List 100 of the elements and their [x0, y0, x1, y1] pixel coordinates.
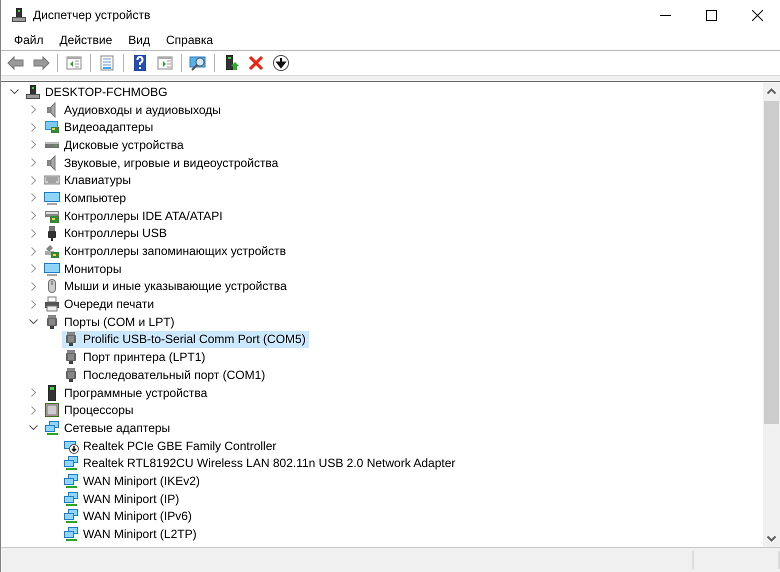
tree-item[interactable]: Процессоры [43, 402, 136, 419]
item-label: Realtek RTL8192CU Wireless LAN 802.11n USB 2.0 Network Adapter [83, 456, 456, 470]
expand-icon[interactable] [30, 264, 36, 274]
item-label: Контроллеры запоминающих устройств [64, 244, 286, 258]
scroll-down-icon[interactable] [767, 536, 776, 542]
port-connector-icon [63, 331, 79, 348]
item-label: Prolific USB-to-Serial Comm Port (COM5) [83, 332, 306, 346]
menu-item[interactable]: Вид [120, 30, 158, 50]
port-connector-icon [63, 349, 79, 366]
item-label: Мыши и иные указывающие устройства [64, 279, 287, 294]
tree-item[interactable]: Сетевые адаптеры [43, 419, 174, 436]
network-icon [63, 508, 79, 524]
menu-item[interactable]: Файл [6, 30, 52, 50]
video-card-icon [44, 119, 60, 136]
expand-icon[interactable] [30, 406, 36, 415]
tree-item[interactable]: Клавиатуры [43, 172, 134, 189]
action-pane-icon[interactable] [156, 54, 174, 72]
network-icon [44, 420, 60, 436]
tree-item[interactable]: Порт принтера (LPT1) [62, 348, 208, 366]
expand-icon[interactable] [30, 246, 36, 256]
item-label: Сетевые адаптеры [64, 420, 170, 435]
item-label: Контроллеры IDE ATA/ATAPI [64, 208, 223, 223]
item-label: Звуковые, игровые и видеоустройства [64, 156, 278, 170]
properties-icon[interactable] [98, 54, 116, 72]
minimize-icon[interactable] [660, 14, 670, 16]
item-label: Realtek PCIe GBE Family Controller [83, 438, 276, 453]
network-icon [63, 455, 79, 472]
tree-item[interactable]: WAN Miniport (IPv6) [62, 508, 195, 525]
close-icon[interactable] [752, 10, 762, 20]
collapse-icon[interactable] [29, 318, 38, 325]
tree-item[interactable]: Компьютер [43, 189, 130, 206]
item-label: WAN Miniport (IKEv2) [83, 474, 200, 488]
processor-icon [44, 402, 60, 418]
tree-item[interactable]: Аудиовходы и аудиовыходы [43, 101, 224, 118]
scroll-up-icon[interactable] [767, 88, 776, 94]
tree-item[interactable]: Prolific USB-to-Serial Comm Port (COM5) [62, 330, 309, 348]
port-connector-icon [44, 314, 60, 330]
expand-icon[interactable] [30, 158, 36, 168]
tree-item[interactable]: Порты (COM и LPT) [43, 313, 178, 330]
menu-item[interactable]: Действие [52, 30, 120, 50]
tree-item[interactable]: WAN Miniport (L2TP) [62, 526, 200, 543]
computer-icon [25, 84, 41, 100]
tree-item[interactable]: WAN Miniport (IP) [62, 490, 182, 508]
item-label: Аудиовходы и аудиовыходы [64, 102, 221, 117]
monitor-icon [44, 260, 60, 277]
app-icon [11, 7, 27, 23]
tree-item[interactable]: DESKTOP-FCHMOBG [24, 83, 170, 100]
expand-icon[interactable] [30, 228, 36, 238]
scroll-thumb[interactable] [764, 101, 779, 424]
help-icon[interactable] [131, 54, 149, 72]
tree-item[interactable]: Мыши и иные указывающие устройства [43, 278, 290, 295]
forward-arrow-icon[interactable] [32, 54, 50, 72]
printer-icon [44, 296, 60, 312]
tree-item[interactable]: Видеоадаптеры [43, 118, 156, 136]
console-tree-icon[interactable] [65, 54, 83, 72]
tree-item[interactable]: Мониторы [43, 260, 124, 278]
network-icon [63, 526, 79, 542]
tree-item[interactable]: Последовательный порт (COM1) [62, 366, 268, 384]
drive-icon [44, 142, 60, 148]
expand-icon[interactable] [30, 193, 36, 202]
tree-item[interactable]: Realtek PCIe GBE Family Controller [62, 437, 280, 454]
item-label: Контроллеры USB [64, 226, 167, 240]
expand-icon[interactable] [30, 300, 36, 309]
item-label: WAN Miniport (IPv6) [83, 509, 192, 524]
expand-icon[interactable] [30, 105, 36, 114]
maximize-icon[interactable] [706, 10, 716, 20]
tree-item[interactable]: Очереди печати [43, 296, 158, 313]
menu-item[interactable]: Справка [158, 30, 222, 50]
scrollbar[interactable] [763, 82, 780, 547]
expand-icon[interactable] [30, 388, 36, 398]
expand-icon[interactable] [30, 122, 36, 132]
tree-item[interactable]: Дисковые устройства [43, 136, 187, 154]
item-label: WAN Miniport (IP) [83, 492, 180, 506]
item-label: Видеоадаптеры [64, 120, 154, 134]
scan-monitor-icon[interactable] [189, 54, 207, 72]
expand-icon[interactable] [30, 140, 36, 150]
item-label: Процессоры [64, 403, 134, 418]
tree-item[interactable]: Realtek RTL8192CU Wireless LAN 802.11n USB 2.0 Network Adapter [62, 454, 458, 472]
item-label: Порт принтера (LPT1) [83, 350, 206, 364]
item-label: Порты (COM и LPT) [64, 314, 175, 329]
expand-icon[interactable] [30, 211, 36, 220]
expand-icon[interactable] [30, 282, 36, 291]
uninstall-icon[interactable] [247, 54, 265, 72]
tree-item[interactable]: WAN Miniport (IKEv2) [62, 472, 203, 490]
collapse-icon[interactable] [10, 88, 19, 95]
collapse-icon[interactable] [29, 424, 38, 431]
item-label: Дисковые устройства [64, 138, 184, 152]
tree-item[interactable]: Контроллеры IDE ATA/ATAPI [43, 207, 226, 224]
tree-item[interactable]: Программные устройства [43, 384, 210, 402]
item-label: Очереди печати [64, 297, 154, 312]
tree-item[interactable]: Звуковые, игровые и видеоустройства [43, 154, 282, 172]
tree-item[interactable]: Контроллеры запоминающих устройств [43, 242, 289, 260]
back-arrow-icon[interactable] [7, 54, 25, 72]
tree-item[interactable]: Контроллеры USB [43, 224, 170, 242]
item-label: DESKTOP-FCHMOBG [45, 84, 168, 99]
port-connector-icon [63, 366, 79, 383]
network-icon [63, 490, 79, 507]
expand-icon[interactable] [30, 176, 36, 185]
window-title: Диспетчер устройств [33, 8, 150, 22]
item-label: Компьютер [64, 190, 126, 205]
